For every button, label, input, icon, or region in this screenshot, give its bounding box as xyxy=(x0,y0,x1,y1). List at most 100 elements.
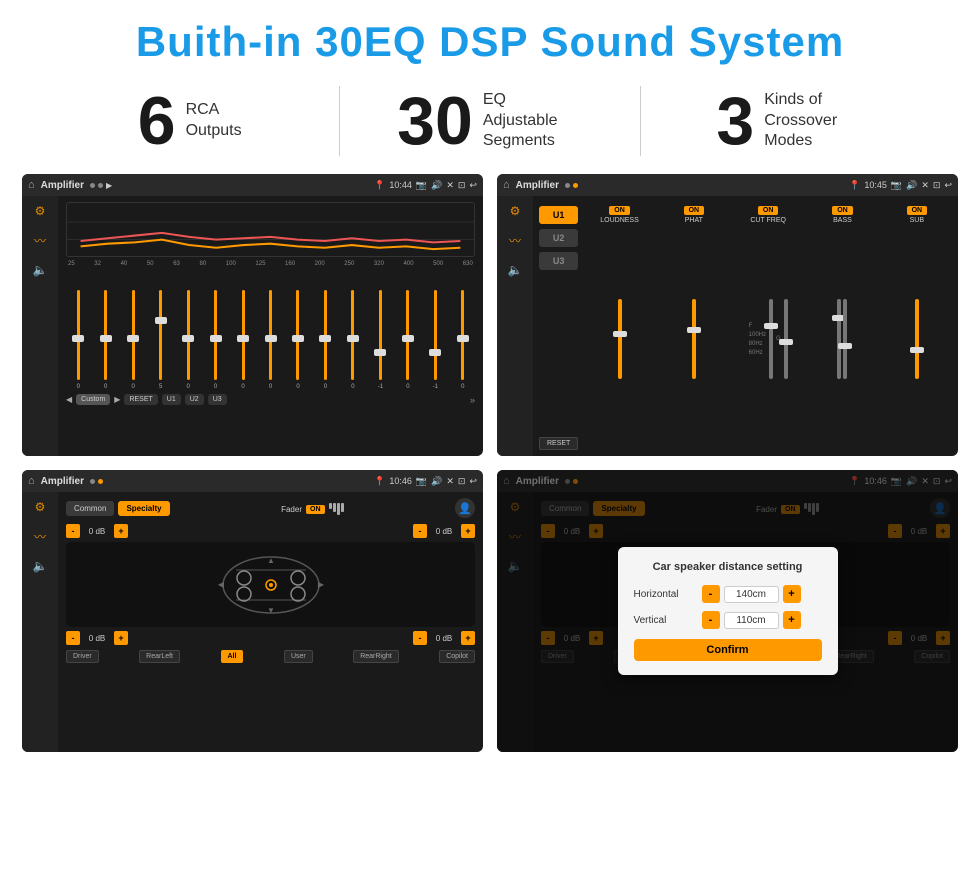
eq-prev[interactable]: ◀ xyxy=(66,395,72,404)
wave-icon[interactable]: 〰 xyxy=(34,232,46,249)
screen2-title: Amplifier xyxy=(516,180,559,191)
xover-u1[interactable]: U1 xyxy=(539,206,578,224)
eq-track-320[interactable] xyxy=(379,290,382,380)
eq-next[interactable]: ▶ xyxy=(114,395,120,404)
tab-common[interactable]: Common xyxy=(66,501,114,516)
eq-col-160 xyxy=(286,290,310,380)
svg-text:◀: ◀ xyxy=(217,580,224,589)
eq-col-400 xyxy=(396,290,420,380)
eq-thumb-200 xyxy=(319,335,331,342)
phat-slider[interactable] xyxy=(692,299,696,379)
eq-col-200 xyxy=(313,290,337,380)
eq-u3-btn[interactable]: U3 xyxy=(208,394,227,405)
eq-val-80: 0 xyxy=(203,384,227,390)
topbar-right-3: 📍 10:46 📷 🔊 ✕ ⊡ ↩ xyxy=(374,476,477,487)
cutfreq-slider-f[interactable] xyxy=(769,299,773,379)
loudness-on[interactable]: ON xyxy=(609,206,630,215)
speaker-icon[interactable]: 🔈 xyxy=(33,263,48,277)
back-icon-2[interactable]: ↩ xyxy=(944,180,952,191)
eq-icon[interactable]: ⚙ xyxy=(35,204,46,218)
screen3-tabs: Common Specialty xyxy=(66,501,170,516)
eq-track-200[interactable] xyxy=(324,290,327,380)
topbar-right-1: 📍 10:44 📷 🔊 ✕ ⊡ ↩ xyxy=(374,180,477,191)
bass-slider-g[interactable] xyxy=(843,299,847,379)
eq-track-500[interactable] xyxy=(434,290,437,380)
bass-slider-f[interactable] xyxy=(837,299,841,379)
eq-val-125: 0 xyxy=(258,384,282,390)
eq-track-400[interactable] xyxy=(406,290,409,380)
vol-rr-minus[interactable]: - xyxy=(413,631,427,645)
speaker-icon-3[interactable]: 🔈 xyxy=(33,559,48,573)
eq-track-50[interactable] xyxy=(159,290,162,380)
dot2 xyxy=(98,183,103,188)
loudness-slider[interactable] xyxy=(618,299,622,379)
stat-crossover-label: Kinds of Crossover Modes xyxy=(764,90,864,152)
svg-text:▶: ▶ xyxy=(317,580,324,589)
dialog-horizontal-minus[interactable]: - xyxy=(702,585,720,603)
eq-preset-custom[interactable]: Custom xyxy=(76,394,110,405)
eq-reset-btn[interactable]: RESET xyxy=(124,394,157,405)
vol-rr-plus[interactable]: + xyxy=(461,631,475,645)
eq-u2-btn[interactable]: U2 xyxy=(185,394,204,405)
speaker-icon-2[interactable]: 🔈 xyxy=(508,263,523,277)
bottom-buttons: Driver RearLeft All User RearRight Copil… xyxy=(66,650,475,663)
btn-driver[interactable]: Driver xyxy=(66,650,99,663)
dialog-vertical-minus[interactable]: - xyxy=(702,611,720,629)
tab-specialty[interactable]: Specialty xyxy=(118,501,169,516)
vol-ctrl-rr: - 0 dB + xyxy=(413,631,475,645)
vol-rl-minus[interactable]: - xyxy=(66,631,80,645)
confirm-button[interactable]: Confirm xyxy=(634,639,822,661)
dialog-vertical-label: Vertical xyxy=(634,615,694,626)
home-icon-3[interactable]: ⌂ xyxy=(28,475,35,487)
dialog-horizontal-plus[interactable]: + xyxy=(783,585,801,603)
xover-u2[interactable]: U2 xyxy=(539,229,578,247)
page-title: Buith-in 30EQ DSP Sound System xyxy=(0,0,980,76)
eq-track-630[interactable] xyxy=(461,290,464,380)
eq-u1-btn[interactable]: U1 xyxy=(162,394,181,405)
eq-track-25[interactable] xyxy=(77,290,80,380)
dialog-vertical-plus[interactable]: + xyxy=(783,611,801,629)
sub-on[interactable]: ON xyxy=(907,206,928,215)
btn-all[interactable]: All xyxy=(221,650,244,663)
bass-on[interactable]: ON xyxy=(832,206,853,215)
wave-icon-3[interactable]: 〰 xyxy=(34,528,46,545)
back-icon-1[interactable]: ↩ xyxy=(469,180,477,191)
btn-user[interactable]: User xyxy=(284,650,313,663)
fader-on-badge[interactable]: ON xyxy=(306,505,325,514)
eq-track-250[interactable] xyxy=(351,290,354,380)
dot4 xyxy=(573,183,578,188)
eq-track-160[interactable] xyxy=(296,290,299,380)
eq-more-btn[interactable]: » xyxy=(470,395,475,405)
home-icon-2[interactable]: ⌂ xyxy=(503,179,510,191)
phat-on[interactable]: ON xyxy=(684,206,705,215)
vol-fr-plus[interactable]: + xyxy=(461,524,475,538)
vol-rl-plus[interactable]: + xyxy=(114,631,128,645)
eq-icon-2[interactable]: ⚙ xyxy=(510,204,521,218)
eq-track-32[interactable] xyxy=(104,290,107,380)
sub-slider[interactable] xyxy=(915,299,919,379)
btn-copilot[interactable]: Copilot xyxy=(439,650,475,663)
xover-u3[interactable]: U3 xyxy=(539,252,578,270)
vol-fl-plus[interactable]: + xyxy=(114,524,128,538)
vol-fr-minus[interactable]: - xyxy=(413,524,427,538)
eq-track-63[interactable] xyxy=(187,290,190,380)
eq-thumb-63 xyxy=(182,335,194,342)
wave-icon-2[interactable]: 〰 xyxy=(509,232,521,249)
car-svg: ▲ ▼ ◀ ▶ xyxy=(216,550,326,620)
eq-track-40[interactable] xyxy=(132,290,135,380)
eq-track-125[interactable] xyxy=(269,290,272,380)
btn-rearleft[interactable]: RearLeft xyxy=(139,650,180,663)
cutfreq-on[interactable]: ON xyxy=(758,206,779,215)
btn-rearright[interactable]: RearRight xyxy=(353,650,399,663)
home-icon[interactable]: ⌂ xyxy=(28,179,35,191)
eq-track-80[interactable] xyxy=(214,290,217,380)
stat-eq-number: 30 xyxy=(397,87,473,155)
cutfreq-slider-g[interactable] xyxy=(784,299,788,379)
xover-reset[interactable]: RESET xyxy=(539,437,578,450)
vol-fl-minus[interactable]: - xyxy=(66,524,80,538)
person-icon[interactable]: 👤 xyxy=(455,498,475,518)
eq-col-320 xyxy=(368,290,392,380)
eq-track-100[interactable] xyxy=(242,290,245,380)
back-icon-3[interactable]: ↩ xyxy=(469,476,477,487)
eq-icon-3[interactable]: ⚙ xyxy=(35,500,46,514)
